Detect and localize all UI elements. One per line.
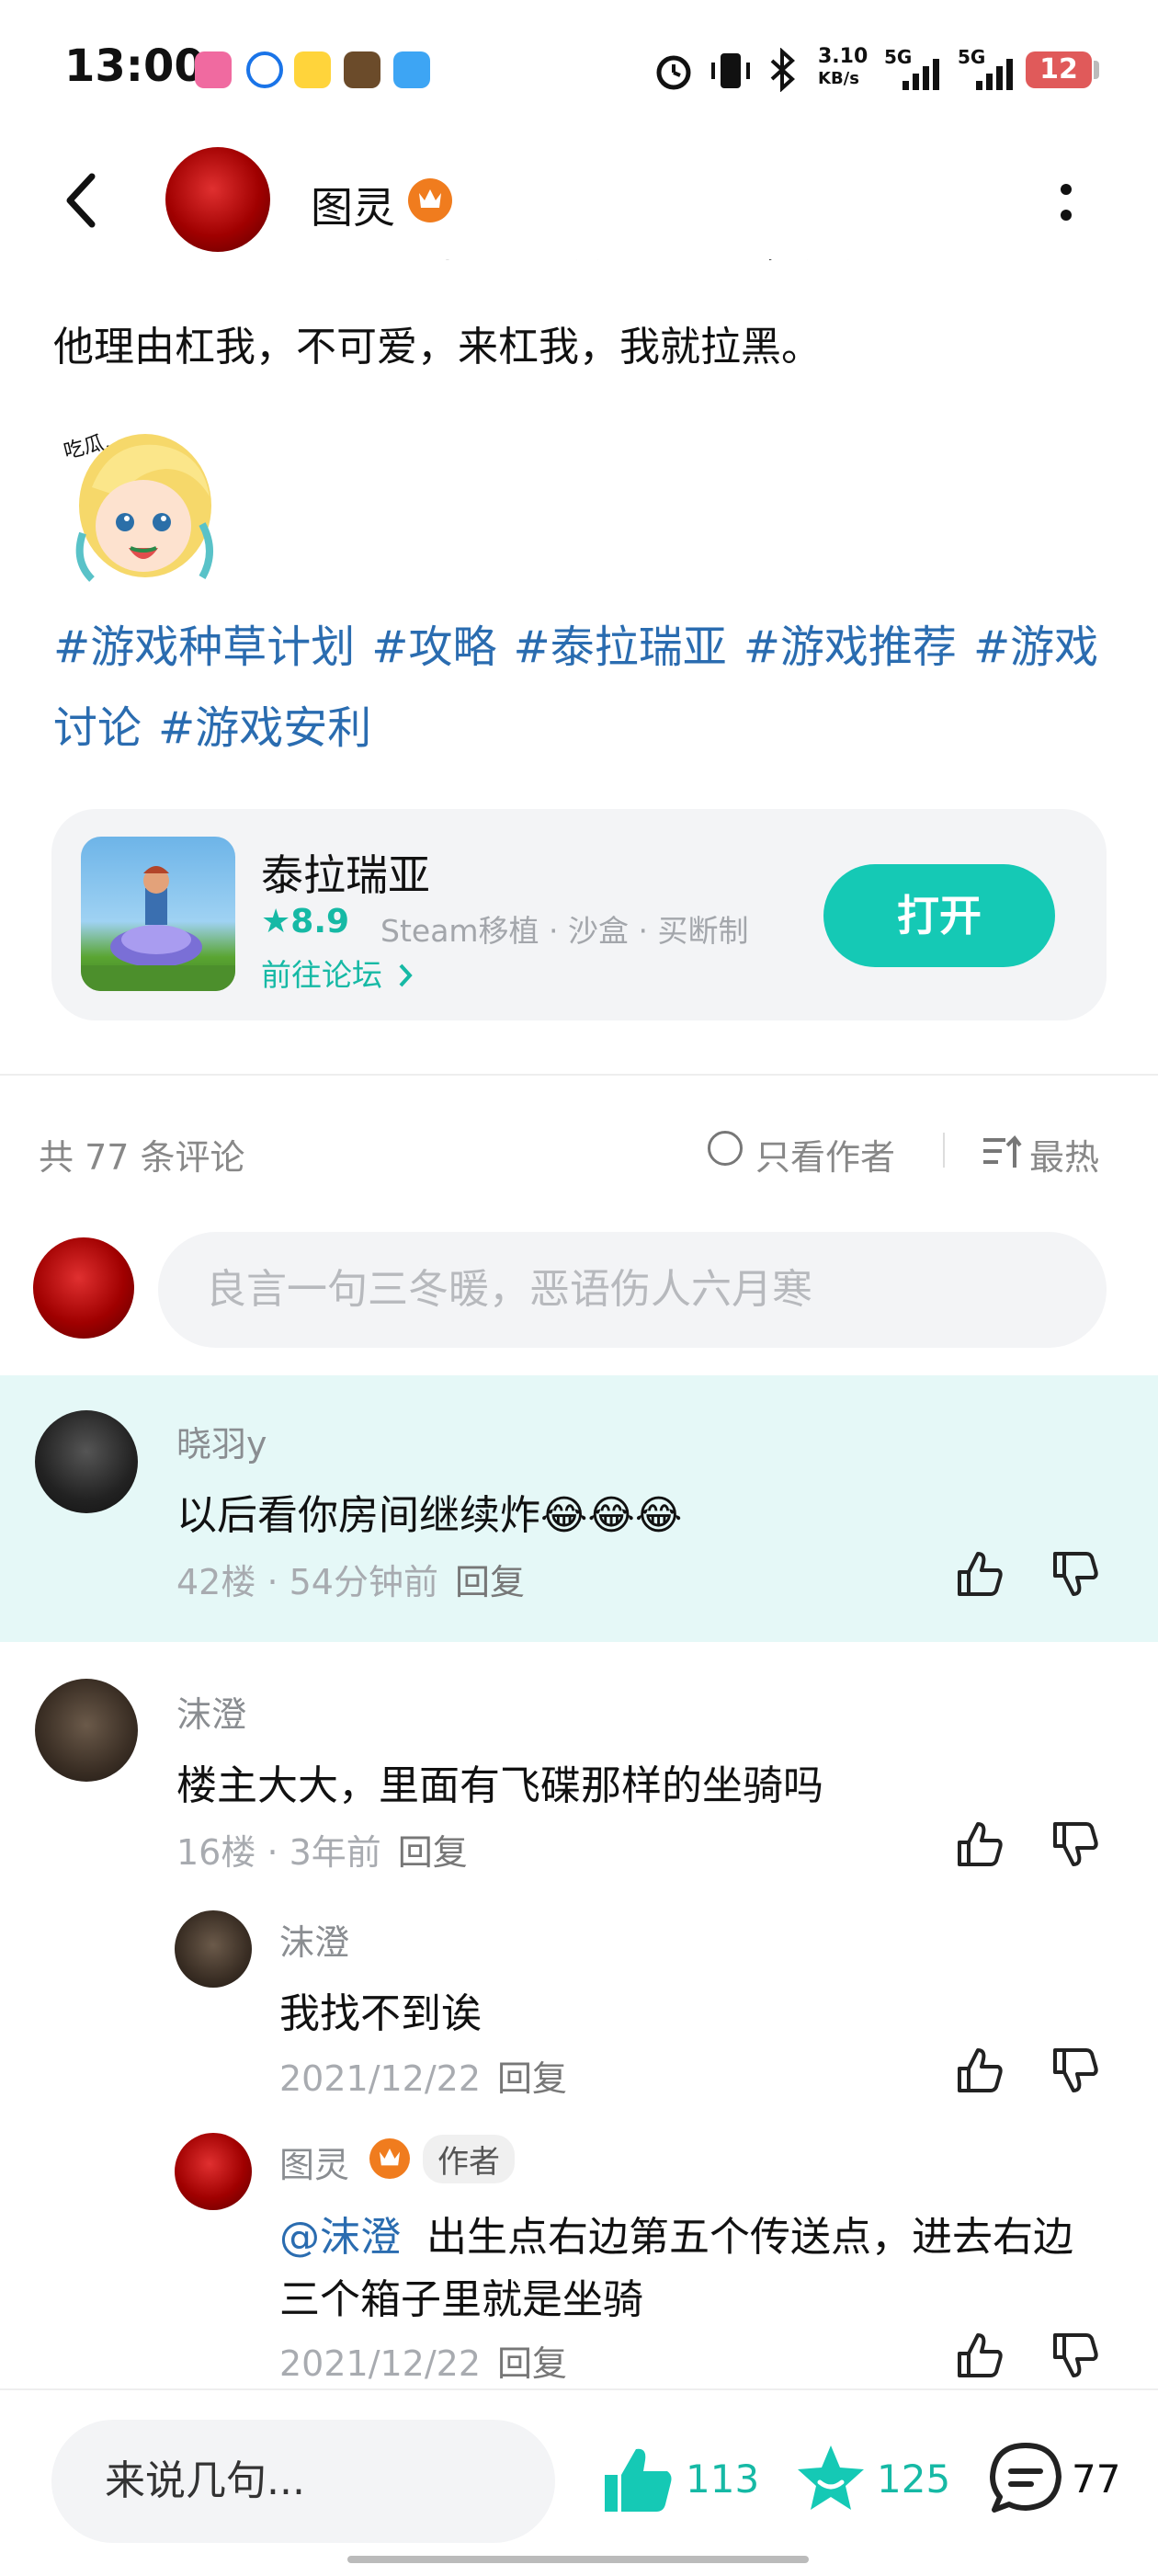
app-icon — [246, 51, 283, 88]
reply-button[interactable]: 回复 — [398, 1832, 468, 1873]
alarm-icon — [656, 55, 691, 90]
page-title[interactable]: 图灵 — [311, 175, 395, 235]
hashtag-link[interactable]: #泰拉瑞亚 — [513, 621, 726, 673]
reply-button[interactable]: 回复 — [497, 2343, 567, 2384]
sticker-image: 吃瓜… — [62, 427, 213, 582]
reply-text: 我找不到诶 — [279, 1990, 482, 2037]
hashtag-link[interactable]: #游戏安利 — [158, 702, 371, 754]
reply-avatar[interactable] — [175, 2133, 252, 2210]
bilibili-app-icon — [195, 51, 232, 88]
only-author-radio-icon[interactable] — [708, 1131, 743, 1166]
comment-meta: 16楼 · 3年前 回复 — [176, 1832, 468, 1873]
app-icon — [393, 51, 430, 88]
game-tags: Steam移植 · 沙盒 · 买断制 — [380, 913, 749, 949]
chevron-right-icon — [399, 963, 413, 987]
like-icon[interactable] — [954, 2330, 1005, 2381]
comment-text: 楼主大大，里面有飞碟那样的坐骑吗 — [176, 1762, 823, 1809]
crown-badge-icon — [369, 2138, 410, 2179]
status-time: 13:00 — [64, 40, 205, 92]
like-count: 113 — [686, 2456, 760, 2502]
hashtags: #游戏种草计划 #攻略 #泰拉瑞亚 #游戏推荐 #游戏讨论 #游戏安利 — [53, 607, 1110, 769]
star-icon: ★ — [261, 903, 291, 940]
like-icon[interactable] — [954, 1548, 1005, 1600]
vibrate-icon — [711, 53, 750, 88]
divider — [0, 1074, 1158, 1076]
commenter-name[interactable]: 晓羽y — [176, 1416, 267, 1466]
hashtag-link[interactable]: #游戏推荐 — [744, 621, 957, 673]
game-icon[interactable] — [81, 837, 235, 991]
app-icon — [294, 51, 331, 88]
game-name: 泰拉瑞亚 — [261, 850, 430, 900]
network-speed: 3.10 KB/s — [818, 45, 868, 89]
home-indicator[interactable] — [347, 2556, 809, 2563]
more-options-icon[interactable] — [1057, 180, 1075, 224]
reply-button[interactable]: 回复 — [455, 1562, 525, 1602]
author-avatar[interactable] — [165, 147, 270, 252]
my-avatar — [33, 1237, 134, 1339]
commenter-avatar[interactable] — [35, 1410, 138, 1513]
favorite-star-icon[interactable] — [792, 2440, 869, 2517]
bluetooth-icon — [770, 48, 795, 92]
comment-input[interactable]: 良言一句三冬暖，恶语伤人六月寒 — [158, 1232, 1107, 1348]
dislike-icon[interactable] — [1050, 2330, 1101, 2381]
bottom-comment-input[interactable]: 来说几句... — [51, 2420, 555, 2543]
signal-1-icon — [903, 59, 939, 90]
comment-count: 共 77 条评论 — [39, 1137, 245, 1178]
like-icon[interactable] — [954, 1818, 1005, 1870]
dislike-icon[interactable] — [1050, 1818, 1101, 1870]
post-text: 他理由杠我，不可爱，来杠我，我就拉黑。 — [53, 324, 822, 370]
forum-link[interactable]: 前往论坛 — [261, 951, 414, 995]
reply-button[interactable]: 回复 — [497, 2058, 567, 2099]
sort-icon[interactable] — [982, 1134, 1022, 1171]
comment-meta: 42楼 · 54分钟前 回复 — [176, 1562, 525, 1602]
commenter-avatar[interactable] — [35, 1679, 138, 1782]
game-rating: ★8.9 — [261, 903, 350, 940]
reply-meta: 2021/12/22 回复 — [279, 2058, 568, 2099]
like-post-icon[interactable] — [601, 2445, 675, 2515]
reply-meta: 2021/12/22 回复 — [279, 2343, 568, 2384]
comment-text: 以后看你房间继续炸😂😂😂 — [176, 1492, 683, 1539]
hashtag-link[interactable]: #游戏种草计划 — [53, 621, 355, 673]
status-bar: 13:00 3.10 KB/s 5G 5G 12 — [0, 0, 1158, 138]
battery-cap — [1094, 61, 1099, 79]
back-icon[interactable] — [61, 171, 101, 230]
reply-name[interactable]: 沫澄 — [279, 1914, 349, 1965]
reply-text: @沫澄 出生点右边第五个传送点，进去右边三个箱子里就是坐骑 — [279, 2214, 1073, 2323]
sort-hot-button[interactable]: 最热 — [1029, 1129, 1099, 1180]
game-app-icon — [344, 51, 380, 88]
like-icon[interactable] — [954, 2045, 1005, 2096]
crown-badge-icon — [408, 178, 452, 222]
battery-icon: 12 — [1026, 51, 1092, 88]
dislike-icon[interactable] — [1050, 2045, 1101, 2096]
author-badge: 作者 — [423, 2135, 515, 2183]
comment-bubble-icon[interactable] — [987, 2440, 1064, 2517]
hashtag-link[interactable]: #攻略 — [371, 621, 496, 673]
favorite-count: 125 — [877, 2456, 951, 2502]
signal-2-icon — [976, 59, 1013, 90]
reply-name[interactable]: 图灵 — [279, 2137, 349, 2187]
dislike-icon[interactable] — [1050, 1548, 1101, 1600]
header-cover — [0, 267, 1158, 276]
only-author-toggle[interactable]: 只看作者 — [755, 1129, 895, 1180]
separator — [943, 1133, 945, 1168]
open-game-button[interactable]: 打开 — [823, 864, 1055, 967]
mention-link[interactable]: @沫澄 — [279, 2214, 401, 2261]
commenter-name[interactable]: 沫澄 — [176, 1686, 246, 1737]
comment-total-count: 77 — [1072, 2456, 1121, 2502]
reply-avatar[interactable] — [175, 1910, 252, 1988]
